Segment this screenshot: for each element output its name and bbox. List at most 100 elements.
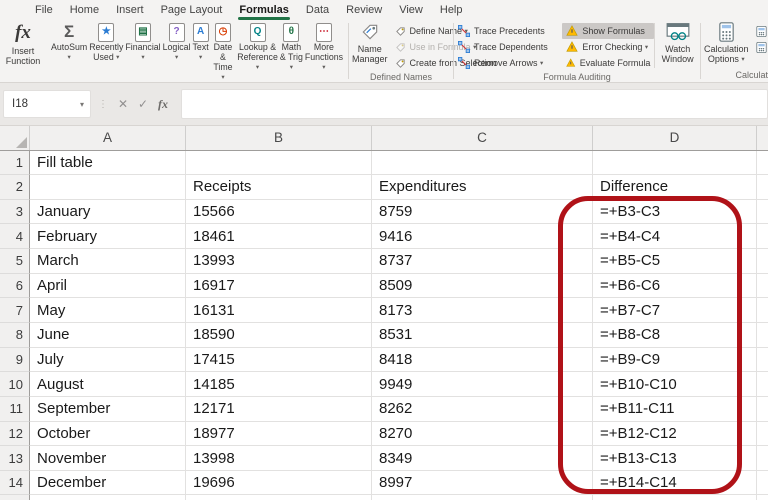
formula-bar-resize-handle[interactable]: ⋮ [98, 99, 108, 110]
cell-col-c[interactable]: Expenditures [372, 175, 593, 200]
calculation-item[interactable]: Ca [752, 39, 768, 55]
cell-col-d[interactable]: =+B8-C8 [593, 323, 757, 348]
ribbon-tab[interactable]: Home [68, 1, 101, 20]
enter-icon[interactable]: ✓ [133, 97, 153, 111]
function-library-button[interactable]: ? Logical [162, 20, 192, 82]
cell-filler[interactable] [757, 422, 768, 447]
cell-col-c[interactable]: 9416 [372, 224, 593, 249]
cell-col-c[interactable]: 8349 [372, 446, 593, 471]
cell-col-a[interactable]: December [30, 471, 186, 496]
cell-col-a[interactable]: Fill table [30, 151, 186, 176]
cell-filler[interactable] [757, 471, 768, 496]
cell-col-a[interactable]: August [30, 372, 186, 397]
cell-col-d[interactable]: =+B7-C7 [593, 298, 757, 323]
cancel-icon[interactable]: ✕ [113, 97, 133, 111]
row-header[interactable]: 4 [0, 224, 30, 249]
cell-col-c[interactable]: 8759 [372, 200, 593, 225]
cell-col-d[interactable]: =+B14-C14 [593, 471, 757, 496]
cell-filler[interactable] [757, 151, 768, 176]
row-header[interactable]: 11 [0, 397, 30, 422]
ribbon-tab[interactable]: Page Layout [159, 1, 225, 20]
insert-function-button[interactable]: fx Insert Function [0, 20, 46, 82]
ribbon-tab[interactable]: View [397, 1, 425, 20]
cell-col-a[interactable]: September [30, 397, 186, 422]
row-header[interactable]: 12 [0, 422, 30, 447]
ribbon-tab[interactable]: Formulas [237, 1, 291, 20]
cell-col-b[interactable]: 18977 [186, 422, 372, 447]
cell-filler[interactable] [757, 372, 768, 397]
cell-col-c[interactable]: 8418 [372, 348, 593, 373]
cell-col-b[interactable]: 14185 [186, 372, 372, 397]
ribbon-tab[interactable]: Help [438, 1, 465, 20]
formula-auditing-item[interactable]: Evaluate Formula [562, 55, 654, 71]
cell-col-b[interactable]: 15566 [186, 200, 372, 225]
cell-col-c[interactable]: 8531 [372, 323, 593, 348]
cell-col-b[interactable]: 19696 [186, 471, 372, 496]
cell-filler[interactable] [757, 224, 768, 249]
cell-col-b[interactable]: 13993 [186, 249, 372, 274]
formula-auditing-item[interactable]: Show Formulas [562, 23, 654, 39]
cell-filler[interactable] [757, 175, 768, 200]
row-header[interactable]: 8 [0, 323, 30, 348]
cell-col-d[interactable]: =+B5-C5 [593, 249, 757, 274]
formula-auditing-item[interactable]: Trace Dependents [454, 39, 562, 55]
column-header-c[interactable]: C [372, 126, 593, 150]
cell-col-b[interactable]: 17415 [186, 348, 372, 373]
cell-col-a[interactable]: January [30, 200, 186, 225]
ribbon-tab[interactable]: File [33, 1, 55, 20]
ribbon-tab[interactable]: Data [304, 1, 331, 20]
cell-col-d[interactable] [593, 151, 757, 176]
cell-col-c[interactable]: 8173 [372, 298, 593, 323]
function-library-button[interactable]: ⋯ More Functions [304, 20, 344, 82]
row-header[interactable]: 9 [0, 348, 30, 373]
name-manager-button[interactable]: Name Manager [349, 20, 391, 71]
ribbon-tab[interactable]: Insert [114, 1, 146, 20]
cell-col-d[interactable]: =+B10-C10 [593, 372, 757, 397]
column-header-a[interactable]: A [30, 126, 186, 150]
column-header-d[interactable]: D [593, 126, 757, 150]
cell-filler[interactable] [757, 323, 768, 348]
cell-col-a[interactable]: July [30, 348, 186, 373]
cell-col-d[interactable]: =+B9-C9 [593, 348, 757, 373]
formula-input[interactable] [181, 89, 768, 119]
cell-col-a[interactable]: April [30, 274, 186, 299]
cell-col-d[interactable]: =+B4-C4 [593, 224, 757, 249]
cell-col-d[interactable]: =+B6-C6 [593, 274, 757, 299]
formula-auditing-item[interactable]: Trace Precedents [454, 23, 562, 39]
row-header[interactable]: 2 [0, 175, 30, 200]
cell-col-b[interactable] [186, 151, 372, 176]
function-library-button[interactable]: ★ Recently Used [88, 20, 124, 82]
function-library-button[interactable]: ▤ Financial [124, 20, 161, 82]
cell-col-c[interactable] [372, 151, 593, 176]
cell-col-c[interactable]: 9949 [372, 372, 593, 397]
select-all-corner[interactable] [0, 126, 30, 150]
cell-col-c[interactable]: 8262 [372, 397, 593, 422]
calculation-options-button[interactable]: Calculation Options [701, 20, 752, 69]
column-header-b[interactable]: B [186, 126, 372, 150]
cell-col-d[interactable]: Difference [593, 175, 757, 200]
calculation-item[interactable]: Ca [752, 23, 768, 39]
cell-col-d[interactable]: =+B13-C13 [593, 446, 757, 471]
cell-col-b[interactable]: 18590 [186, 323, 372, 348]
cell-filler[interactable] [757, 397, 768, 422]
row-header[interactable]: 5 [0, 249, 30, 274]
row-header[interactable]: 6 [0, 274, 30, 299]
formula-auditing-item[interactable]: Remove Arrows [454, 55, 562, 71]
cell-col-a[interactable]: May [30, 298, 186, 323]
row-header[interactable]: 1 [0, 151, 30, 176]
row-header[interactable]: 7 [0, 298, 30, 323]
cell-filler[interactable] [757, 249, 768, 274]
function-library-button[interactable]: θ Math & Trig [279, 20, 304, 82]
row-header[interactable]: 13 [0, 446, 30, 471]
function-library-button[interactable]: A Text [192, 20, 210, 82]
row-header[interactable]: 3 [0, 200, 30, 225]
cell-col-d[interactable]: =+B3-C3 [593, 200, 757, 225]
cell-col-c[interactable]: 8997 [372, 471, 593, 496]
name-box[interactable]: I18 ▾ [3, 90, 91, 118]
cell-filler[interactable] [757, 446, 768, 471]
function-library-button[interactable]: Σ AutoSum [50, 20, 88, 82]
cell-col-a[interactable]: March [30, 249, 186, 274]
cell-col-a[interactable]: February [30, 224, 186, 249]
formula-auditing-item[interactable]: Error Checking [562, 39, 654, 55]
cell-col-b[interactable]: 13998 [186, 446, 372, 471]
